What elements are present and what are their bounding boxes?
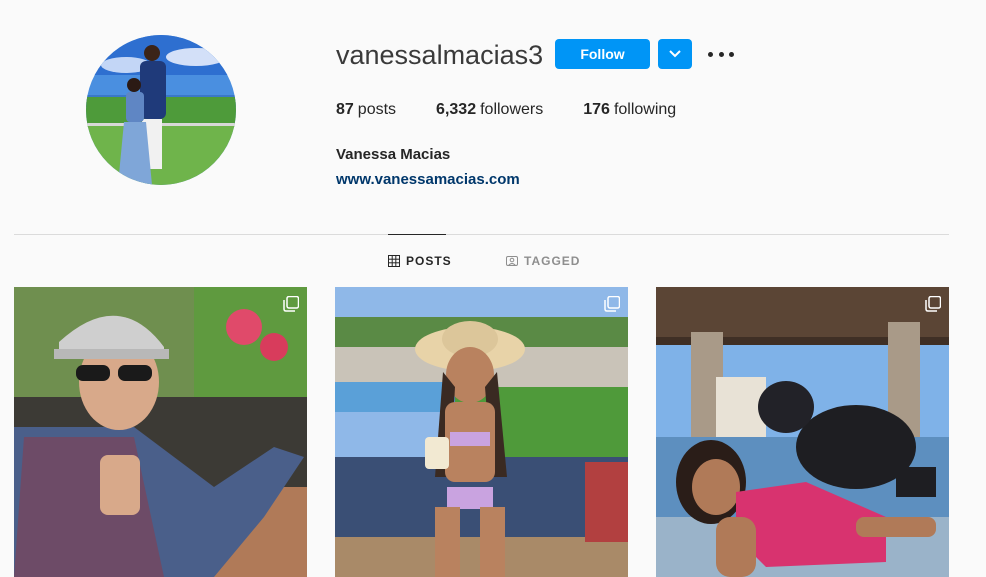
- stat-label: posts: [357, 101, 397, 118]
- following-count[interactable]: 176 following: [583, 101, 676, 119]
- follow-button[interactable]: Follow: [555, 39, 650, 69]
- more-dot: [729, 51, 734, 57]
- profile-website-link[interactable]: www.vanessamacias.com: [336, 171, 520, 188]
- posts-count: 87 posts: [336, 101, 396, 119]
- stat-label: followers: [480, 101, 544, 118]
- profile-full-name: Vanessa Macias: [336, 146, 451, 163]
- multiple-photos-icon: [604, 296, 620, 312]
- tab-posts-label: POSTS: [406, 254, 452, 268]
- profile-stats: 87 posts 6,332 followers 176 following: [336, 101, 716, 119]
- stat-label: following: [613, 101, 677, 118]
- post-tile[interactable]: [656, 287, 949, 577]
- multiple-photos-icon: [283, 296, 299, 312]
- profile-avatar[interactable]: [86, 35, 236, 185]
- followers-count[interactable]: 6,332 followers: [436, 101, 543, 119]
- tagged-icon: [506, 256, 518, 266]
- post-tile[interactable]: [335, 287, 628, 577]
- post-image: [656, 287, 949, 577]
- grid-icon: [388, 255, 400, 267]
- suggested-dropdown-button[interactable]: [658, 39, 692, 69]
- post-image: [14, 287, 307, 577]
- profile-username: vanessalmacias3: [336, 40, 544, 70]
- more-dot: [718, 51, 724, 57]
- more-dot: [708, 51, 713, 57]
- stat-value: 176: [583, 101, 610, 118]
- post-tile[interactable]: [14, 287, 307, 577]
- tab-posts[interactable]: POSTS: [388, 254, 452, 268]
- tabs-divider: [14, 234, 949, 235]
- tab-tagged[interactable]: TAGGED: [506, 254, 580, 268]
- stat-value: 87: [336, 101, 354, 118]
- tab-tagged-label: TAGGED: [524, 254, 581, 268]
- multiple-photos-icon: [925, 296, 941, 312]
- post-image: [335, 287, 628, 577]
- stat-value: 6,332: [436, 101, 477, 118]
- active-tab-indicator: [388, 234, 446, 235]
- more-options-icon[interactable]: [708, 44, 734, 64]
- chevron-down-icon: [669, 50, 681, 58]
